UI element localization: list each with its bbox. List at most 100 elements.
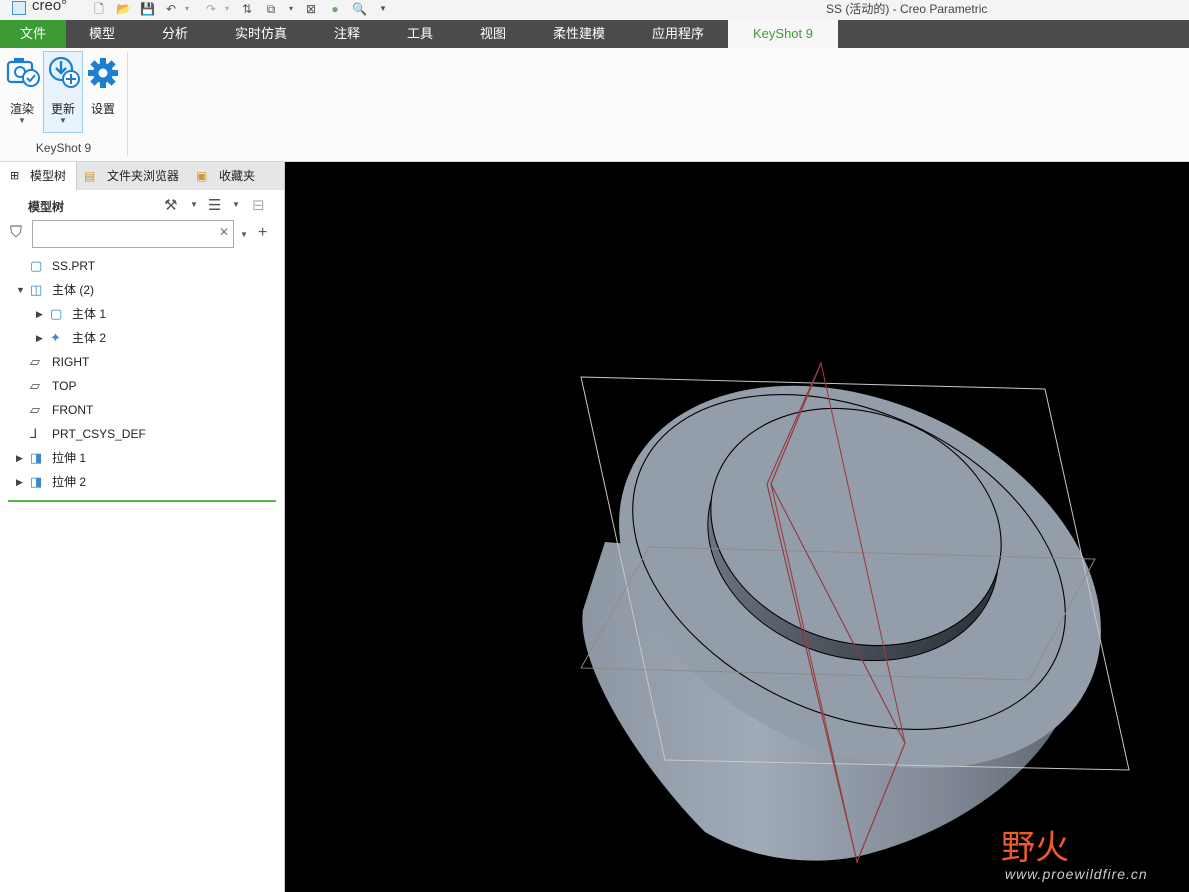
tab-model[interactable]: 模型 xyxy=(66,20,138,48)
title-bar: creo° 🗋 📂 💾 ↶ ▾ ↷ ▾ ⇅ ⧉ ▾ ⊠ ● 🔍 ▼ SS (活动… xyxy=(0,0,1189,20)
creo-logo-text: creo° xyxy=(32,0,68,14)
render-label: 渲染 xyxy=(9,102,34,116)
show-columns-dropdown-icon[interactable]: ▼ xyxy=(232,200,240,209)
tree-settings-dropdown-icon[interactable]: ▼ xyxy=(190,200,198,209)
settings-button[interactable]: 设置 xyxy=(84,52,122,132)
sphere-icon[interactable]: ● xyxy=(328,2,342,16)
watermark-url: www.proewildfire.cn xyxy=(1005,866,1148,882)
tree-item-label: 主体 1 xyxy=(72,307,107,321)
render-button[interactable]: 渲染 ▼ xyxy=(3,52,41,132)
extrude-icon: ◨ xyxy=(30,474,43,489)
tree-item-label: TOP xyxy=(52,379,77,393)
tab-favorites[interactable]: ▣ 收藏夹 xyxy=(190,162,270,190)
tree-item[interactable]: ▶ ◨ 拉伸 2 xyxy=(0,470,284,494)
csys-icon: ⅃ xyxy=(30,426,38,441)
open-folder-icon[interactable]: 📂 xyxy=(116,2,131,16)
search-dropdown-icon[interactable]: ▼ xyxy=(240,230,248,239)
body-icon: ▢ xyxy=(50,306,63,321)
camera-render-icon xyxy=(6,58,40,87)
tab-folder-browser[interactable]: ▤ 文件夹浏览器 xyxy=(78,162,188,190)
gear-icon xyxy=(88,58,118,88)
tab-flexible-modeling[interactable]: 柔性建模 xyxy=(530,20,628,48)
tree-item[interactable]: ▶ ▢ 主体 1 xyxy=(0,302,284,326)
tab-tools[interactable]: 工具 xyxy=(384,20,456,48)
tree-item[interactable]: ▶ ◨ 拉伸 1 xyxy=(0,446,284,470)
tree-item[interactable]: ▢ SS.PRT xyxy=(0,254,284,278)
folder-browser-icon: ▤ xyxy=(84,169,96,183)
tree-item[interactable]: ▱ RIGHT xyxy=(0,350,284,374)
tab-favorites-label: 收藏夹 xyxy=(219,169,256,183)
redo-icon[interactable]: ↷ xyxy=(204,2,218,16)
expand-arrow-icon[interactable]: ▶ xyxy=(36,302,43,326)
model-render[interactable] xyxy=(285,162,1189,892)
bodies-icon: ◫ xyxy=(30,282,43,297)
tab-live-simulation[interactable]: 实时仿真 xyxy=(212,20,310,48)
window-title: SS (活动的) - Creo Parametric xyxy=(826,2,988,16)
add-filter-icon[interactable]: + xyxy=(258,224,267,242)
body-star-icon: ✦ xyxy=(50,330,61,345)
update-dropdown-icon[interactable]: ▼ xyxy=(44,116,82,125)
ribbon-group-label: KeyShot 9 xyxy=(35,141,92,155)
undo-icon[interactable]: ↶ xyxy=(164,2,178,16)
filter-icon[interactable]: ⛉ xyxy=(10,224,22,242)
tree-search-input[interactable]: ✕ xyxy=(32,220,234,248)
tree-item[interactable]: ⅃ PRT_CSYS_DEF xyxy=(0,422,284,446)
ribbon-group-divider xyxy=(127,52,128,156)
tab-analysis[interactable]: 分析 xyxy=(138,20,212,48)
panel-tabs: ⊞ 模型树 ▤ 文件夹浏览器 ▣ 收藏夹 xyxy=(0,162,284,190)
tree-header: 模型树 xyxy=(28,200,65,214)
datum-plane-icon: ▱ xyxy=(30,402,40,417)
collapse-arrow-icon[interactable]: ▼ xyxy=(16,278,25,302)
tree-columns-icon[interactable]: ⊟ xyxy=(252,196,265,214)
extrude-icon: ◨ xyxy=(30,450,43,465)
expand-arrow-icon[interactable]: ▶ xyxy=(16,470,23,494)
menu-bar: 文件 模型 分析 实时仿真 注释 工具 视图 柔性建模 应用程序 KeyShot… xyxy=(0,20,1189,48)
tree-item[interactable]: ▶ ✦ 主体 2 xyxy=(0,326,284,350)
tree-insert-indicator xyxy=(8,500,276,502)
tab-model-tree-label: 模型树 xyxy=(30,169,67,183)
tree-item-label: 主体 2 xyxy=(72,331,107,345)
tab-file[interactable]: 文件 xyxy=(0,20,66,48)
tree-item-label: PRT_CSYS_DEF xyxy=(52,427,146,441)
datum-plane-icon: ▱ xyxy=(30,378,40,393)
model-tree-panel: ⊞ 模型树 ▤ 文件夹浏览器 ▣ 收藏夹 模型树 ⚒ ▼ ☰ ▼ ⊟ ⛉ ✕ ▼… xyxy=(0,162,285,892)
show-columns-icon[interactable]: ☰ xyxy=(208,196,221,214)
save-icon[interactable]: 💾 xyxy=(140,2,155,16)
render-dropdown-icon[interactable]: ▼ xyxy=(3,116,41,125)
tree-item-label: SS.PRT xyxy=(52,259,96,273)
clear-search-icon[interactable]: ✕ xyxy=(219,225,229,239)
expand-arrow-icon[interactable]: ▶ xyxy=(36,326,43,350)
regenerate-icon[interactable]: ⇅ xyxy=(240,2,254,16)
tree-item-label: 拉伸 1 xyxy=(52,451,87,465)
new-file-icon[interactable]: 🗋 xyxy=(92,2,106,16)
tree-item-label: FRONT xyxy=(52,403,94,417)
windows-dropdown-icon[interactable]: ▾ xyxy=(284,2,298,16)
tab-annotate[interactable]: 注释 xyxy=(310,20,384,48)
model-tree-icon: ⊞ xyxy=(10,170,20,182)
undo-dropdown-icon[interactable]: ▾ xyxy=(180,2,194,16)
redo-dropdown-icon[interactable]: ▾ xyxy=(220,2,234,16)
tree-item[interactable]: ▱ FRONT xyxy=(0,398,284,422)
settings-label: 设置 xyxy=(90,102,115,116)
favorites-icon: ▣ xyxy=(196,169,208,183)
tab-applications[interactable]: 应用程序 xyxy=(628,20,728,48)
tree-settings-icon[interactable]: ⚒ xyxy=(164,196,177,214)
update-label: 更新 xyxy=(50,102,75,116)
zoom-icon[interactable]: 🔍 xyxy=(352,2,367,16)
expand-arrow-icon[interactable]: ▶ xyxy=(16,446,23,470)
tab-view[interactable]: 视图 xyxy=(456,20,530,48)
customize-toolbar-icon[interactable]: ▼ xyxy=(376,2,390,16)
graphics-viewport[interactable]: 野火 www.proewildfire.cn xyxy=(285,162,1189,892)
watermark-logo: 野火 xyxy=(1001,828,1069,868)
windows-icon[interactable]: ⧉ xyxy=(264,2,278,16)
tree-item[interactable]: ▼ ◫ 主体 (2) xyxy=(0,278,284,302)
close-window-icon[interactable]: ⊠ xyxy=(304,2,318,16)
update-button[interactable]: 更新 ▼ xyxy=(43,51,83,133)
creo-logo-icon xyxy=(12,1,26,15)
tab-keyshot[interactable]: KeyShot 9 xyxy=(728,20,838,48)
update-icon xyxy=(48,56,80,88)
tree-item-label: 拉伸 2 xyxy=(52,475,87,489)
tree-item[interactable]: ▱ TOP xyxy=(0,374,284,398)
datum-plane-icon: ▱ xyxy=(30,354,40,369)
tab-model-tree[interactable]: ⊞ 模型树 xyxy=(0,162,77,190)
